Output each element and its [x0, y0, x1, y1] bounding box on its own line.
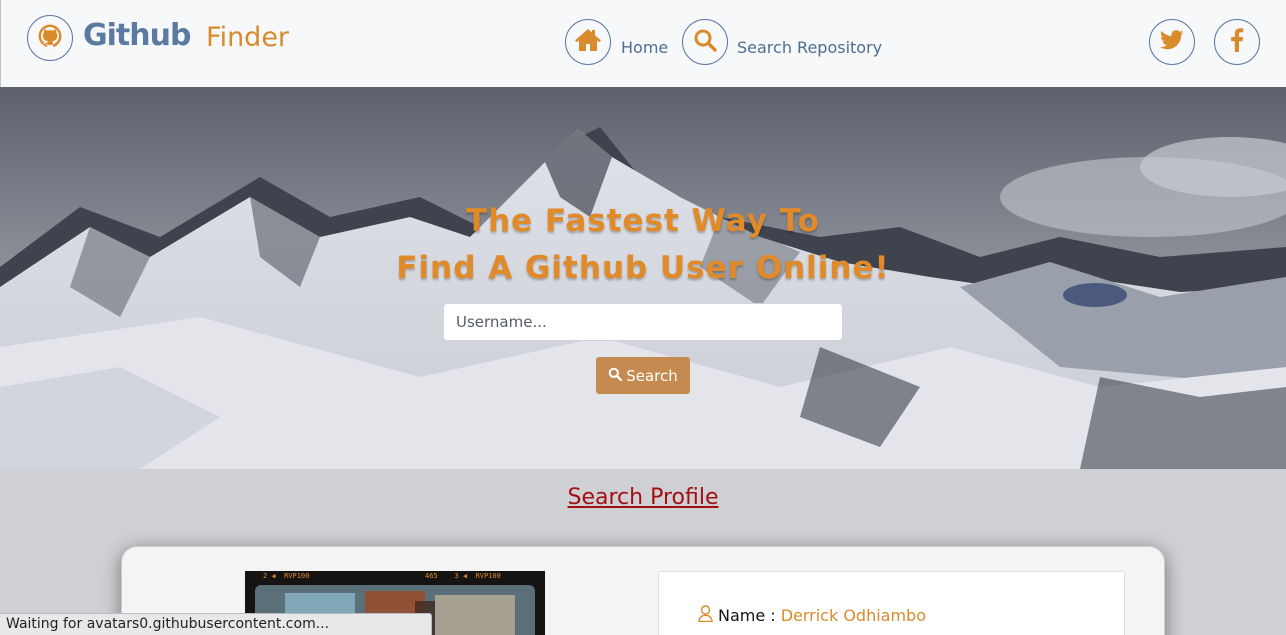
- username-search-input[interactable]: [443, 303, 843, 341]
- nav-link-home[interactable]: Home: [621, 38, 668, 57]
- brand-github[interactable]: Github: [83, 18, 191, 53]
- hero-headline-line-1: The Fastest Way To: [465, 203, 821, 239]
- film-marks-right: 465 3 ◀ RVP100: [425, 572, 501, 580]
- search-icon: [693, 28, 717, 56]
- twitter-icon: [1160, 30, 1184, 54]
- twitter-button[interactable]: [1149, 19, 1195, 65]
- home-icon-button[interactable]: [565, 19, 611, 65]
- github-logo-button[interactable]: [27, 15, 73, 61]
- hero-banner: The Fastest Way To Find A Github User On…: [0, 87, 1286, 469]
- facebook-icon: [1230, 28, 1244, 56]
- facebook-button[interactable]: [1214, 19, 1260, 65]
- browser-status-bar: Waiting for avatars0.githubusercontent.c…: [0, 613, 432, 635]
- film-marks-left: 2 ◀ RVP100: [263, 572, 310, 580]
- home-icon: [574, 28, 602, 56]
- search-repository-icon-button[interactable]: [682, 19, 728, 65]
- hero-headline-line-2: Find A Github User Online!: [396, 250, 890, 286]
- search-icon: [608, 367, 623, 385]
- user-icon: [698, 605, 713, 626]
- name-label: Name :: [718, 606, 776, 625]
- name-value: Derrick Odhiambo: [780, 606, 926, 625]
- nav-link-search-repository[interactable]: Search Repository: [737, 38, 882, 57]
- profile-name-row: Name : Derrick Odhiambo: [698, 605, 926, 626]
- search-button[interactable]: Search: [596, 357, 690, 394]
- search-button-label: Search: [626, 366, 678, 385]
- brand-finder[interactable]: Finder: [206, 22, 289, 53]
- search-profile-title: Search Profile: [567, 485, 719, 510]
- navbar: Github Finder Home Search Repository: [0, 0, 1286, 87]
- github-icon: [37, 23, 63, 53]
